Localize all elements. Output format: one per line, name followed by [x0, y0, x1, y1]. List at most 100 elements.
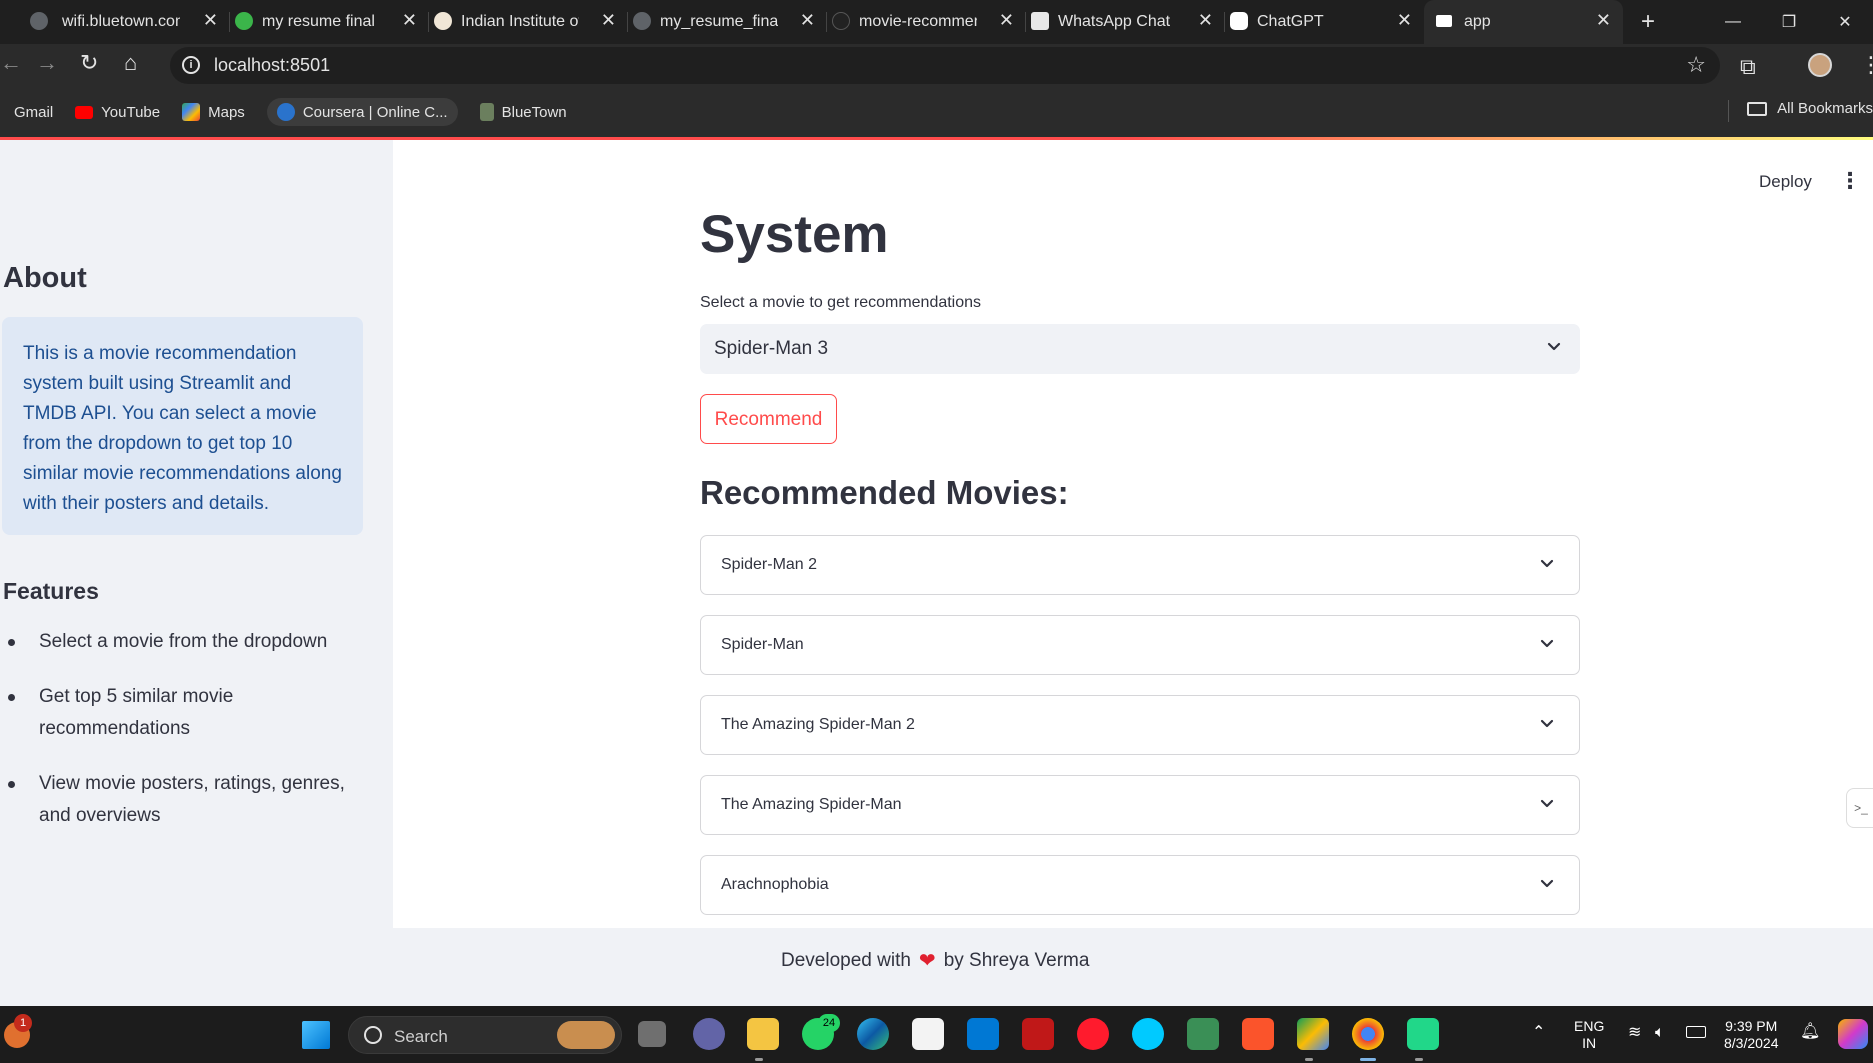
- bookmark-bluetown[interactable]: BlueTown: [479, 103, 567, 121]
- all-bookmarks-button[interactable]: All Bookmarks: [1747, 100, 1873, 117]
- recommendation-expander[interactable]: Spider-Man: [700, 615, 1580, 675]
- close-icon[interactable]: ✕: [601, 10, 616, 31]
- tab-label: my_resume_final: [660, 13, 778, 30]
- reload-icon[interactable]: ↻: [80, 50, 98, 76]
- recommendation-expander[interactable]: The Amazing Spider-Man 2: [700, 695, 1580, 755]
- restore-icon[interactable]: ❐: [1761, 12, 1817, 32]
- search-highlight-icon: [557, 1021, 615, 1049]
- chart-icon: [1031, 12, 1049, 30]
- chrome-icon[interactable]: [1352, 1018, 1384, 1050]
- close-icon[interactable]: ✕: [203, 10, 218, 31]
- close-icon[interactable]: ✕: [1596, 10, 1611, 31]
- browser-tab[interactable]: movie-recommender ✕: [827, 0, 1026, 44]
- browser-tab-active[interactable]: app ✕: [1424, 0, 1623, 44]
- institute-logo-icon: [434, 12, 452, 30]
- edge-icon[interactable]: [857, 1018, 889, 1050]
- tab-label: app: [1464, 13, 1491, 30]
- language-indicator[interactable]: ENG IN: [1574, 1018, 1604, 1052]
- browser-tab[interactable]: my_resume_final ✕: [628, 0, 827, 44]
- browser-tab[interactable]: WhatsApp Chat ✕: [1026, 0, 1225, 44]
- vscode-icon[interactable]: [967, 1018, 999, 1050]
- tab-label: Indian Institute of: [461, 13, 579, 30]
- leaf-icon: [235, 12, 253, 30]
- tab-label: WhatsApp Chat: [1058, 13, 1171, 30]
- recommendation-expander[interactable]: Arachnophobia: [700, 855, 1580, 915]
- recommend-button[interactable]: Recommend: [700, 394, 837, 444]
- file-explorer-icon[interactable]: [747, 1018, 779, 1050]
- wifi-icon[interactable]: ≋: [1628, 1024, 1641, 1041]
- bookmark-coursera[interactable]: Coursera | Online C...: [266, 98, 458, 126]
- bookmark-gmail[interactable]: Gmail: [0, 104, 53, 121]
- battery-icon[interactable]: [1686, 1026, 1706, 1038]
- bookmark-youtube[interactable]: YouTube: [75, 104, 160, 121]
- recommendation-expander[interactable]: The Amazing Spider-Man: [700, 775, 1580, 835]
- coursera-icon: [276, 103, 295, 121]
- volume-icon[interactable]: 🔈︎: [1655, 1024, 1665, 1041]
- url-text: localhost:8501: [214, 55, 331, 75]
- start-windows-icon[interactable]: [302, 1021, 330, 1049]
- bookmark-label: Gmail: [14, 103, 54, 121]
- new-tab-icon[interactable]: +: [1641, 8, 1655, 36]
- terminal-toggle-icon[interactable]: >_: [1846, 788, 1873, 828]
- close-icon[interactable]: ✕: [999, 10, 1014, 31]
- url-field[interactable]: i localhost:8501 ☆: [170, 47, 1720, 84]
- google-drive-icon[interactable]: [1297, 1018, 1329, 1050]
- pycharm-icon[interactable]: [1407, 1018, 1439, 1050]
- microsoft-store-icon[interactable]: [912, 1018, 944, 1050]
- copilot-icon[interactable]: [1838, 1019, 1868, 1049]
- snipping-tool-icon[interactable]: [1187, 1018, 1219, 1050]
- app-menu-icon[interactable]: ⋮: [1839, 168, 1861, 194]
- all-bookmarks-label: All Bookmarks: [1777, 100, 1873, 117]
- chevron-down-icon: [1540, 719, 1554, 728]
- expander-label: Spider-Man 2: [721, 556, 818, 573]
- forward-icon[interactable]: →: [36, 50, 58, 76]
- streamlit-crown-icon: [1436, 15, 1452, 27]
- tab-label: my resume final: [262, 13, 375, 30]
- browser-menu-icon[interactable]: ⋮: [1860, 52, 1873, 78]
- alexa-icon[interactable]: [1132, 1018, 1164, 1050]
- brave-icon[interactable]: [1242, 1018, 1274, 1050]
- mcafee-icon[interactable]: [1022, 1018, 1054, 1050]
- deploy-button[interactable]: Deploy: [1759, 172, 1812, 192]
- browser-tab[interactable]: my resume final ✕: [230, 0, 429, 44]
- bookmark-label: Coursera | Online C...: [302, 103, 448, 121]
- bullet: [8, 639, 15, 646]
- bookmark-maps[interactable]: Maps: [182, 103, 245, 121]
- close-icon[interactable]: ✕: [1397, 10, 1412, 31]
- close-icon[interactable]: ✕: [1198, 10, 1213, 31]
- active-indicator: [1415, 1058, 1423, 1061]
- clock-date: 8/3/2024: [1724, 1035, 1779, 1051]
- site-info-icon[interactable]: i: [182, 56, 200, 74]
- extensions-icon[interactable]: ⧉: [1740, 54, 1756, 80]
- show-hidden-icons-icon[interactable]: ⌃: [1532, 1024, 1545, 1041]
- bookmark-label: Maps: [208, 103, 245, 121]
- clock[interactable]: 9:39 PM 8/3/2024: [1724, 1018, 1779, 1052]
- bookmark-star-icon[interactable]: ☆: [1686, 52, 1706, 78]
- recommendation-expander[interactable]: Spider-Man 2: [700, 535, 1580, 595]
- notifications-bell-icon[interactable]: 🔔︎: [1800, 1023, 1820, 1040]
- notification-badge: 1: [14, 1014, 32, 1032]
- opera-icon[interactable]: [1077, 1018, 1109, 1050]
- teams-icon[interactable]: [693, 1018, 725, 1050]
- close-icon[interactable]: ✕: [800, 10, 815, 31]
- browser-tab-bar: wifi.bluetown.com ✕ my resume final ✕ In…: [0, 0, 1873, 44]
- browser-tab[interactable]: wifi.bluetown.com ✕: [0, 0, 230, 44]
- avatar[interactable]: [1808, 53, 1832, 77]
- bookmarks-bar: Gmail YouTube Maps Coursera | Online C..…: [0, 86, 1873, 138]
- minimize-icon[interactable]: —: [1705, 13, 1761, 31]
- close-window-icon[interactable]: ✕: [1817, 12, 1873, 32]
- list-item: View movie posters, ratings, genres, and…: [3, 768, 363, 832]
- task-view-icon[interactable]: [638, 1021, 666, 1047]
- tab-label: wifi.bluetown.com: [62, 13, 180, 30]
- sidebar-about-title: About: [3, 262, 87, 294]
- browser-tab[interactable]: Indian Institute of ✕: [429, 0, 628, 44]
- close-icon[interactable]: ✕: [402, 10, 417, 31]
- back-icon[interactable]: ←: [0, 50, 22, 76]
- feature-text: Get top 5 similar movie recommendations: [39, 686, 234, 739]
- folder-icon: [1747, 101, 1768, 116]
- browser-tab[interactable]: ChatGPT ✕: [1225, 0, 1424, 44]
- movie-select[interactable]: Spider-Man 3: [700, 324, 1580, 374]
- active-indicator: [1360, 1058, 1376, 1061]
- home-icon[interactable]: ⌂: [124, 50, 137, 76]
- taskbar-search[interactable]: Search: [348, 1016, 622, 1054]
